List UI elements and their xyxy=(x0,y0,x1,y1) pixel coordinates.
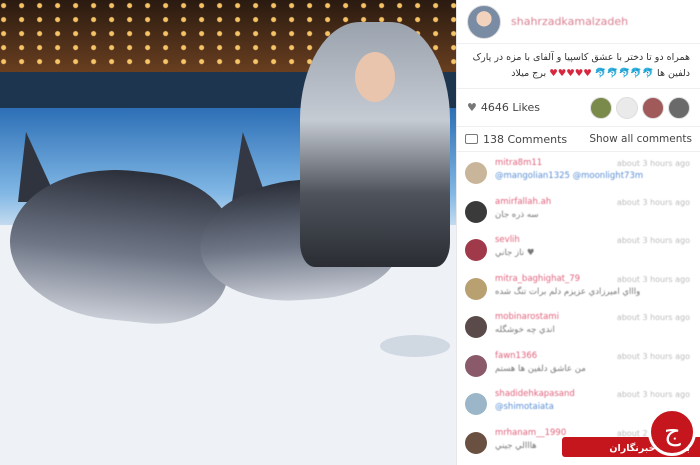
post-photo xyxy=(0,0,456,465)
deck-object xyxy=(380,335,450,357)
post-caption: همراه دو تا دختر با عشق کاسپیا و آلفای ب… xyxy=(457,44,700,88)
comment-avatar[interactable] xyxy=(465,354,487,377)
comment-item: mitra8m11 @mangolian1325 @moonlight73m abo… xyxy=(457,154,700,193)
comment-item: mitra_baghighat_79 واااي اميرزادي عزيزم د… xyxy=(457,270,700,309)
comment-item: amirfallah.ah سه ذره جان about 3 hours ago xyxy=(457,193,700,232)
comment-time: about 3 hours ago xyxy=(616,274,690,284)
comment-text: واااي اميرزادي عزيزم دلم برات تنگ شده xyxy=(495,286,641,297)
comments-bar: 138 Comments Show all comments xyxy=(457,126,700,152)
woman-face xyxy=(355,52,395,102)
comment-avatar[interactable] xyxy=(465,239,487,261)
comment-time: about 3 hours ago xyxy=(616,197,690,207)
likes-row: ♥ 4646 Likes xyxy=(457,88,700,126)
news-agency-watermark: باشگاه خبرنگاران ج xyxy=(562,408,700,465)
post-username[interactable]: shahrzadkamalzadeh xyxy=(511,15,628,28)
comment-text: من عاشق دلفين ها هستم xyxy=(495,363,586,374)
woman-figure xyxy=(300,22,450,267)
dolphin-emojis: 🐬🐬🐬🐬🐬 xyxy=(594,68,655,79)
comment-avatar[interactable] xyxy=(465,431,487,454)
comment-text: اندي چه خوشگله xyxy=(495,325,555,335)
comment-text: ناز جاني ♥ xyxy=(495,248,535,258)
heart-icon[interactable]: ♥ xyxy=(467,101,477,114)
comment-icon xyxy=(465,134,478,144)
comment-avatar[interactable] xyxy=(465,277,487,300)
liker-avatar[interactable] xyxy=(668,96,690,119)
comment-text[interactable]: @mangolian1325 @moonlight73m xyxy=(495,171,692,181)
comment-time: about 3 hours ago xyxy=(616,236,690,245)
liker-avatars xyxy=(590,96,690,119)
post-header: shahrzadkamalzadeh xyxy=(457,0,700,44)
comment-item: fawn1366 من عاشق دلفين ها هستم about 3 hou… xyxy=(457,347,700,386)
comment-avatar[interactable] xyxy=(465,200,487,223)
post-sidebar: shahrzadkamalzadeh همراه دو تا دختر با ع… xyxy=(456,0,700,465)
comment-item: mobinarostami اندي چه خوشگله about 3 hours… xyxy=(457,308,700,347)
heart-emojis: ♥♥♥♥♥ xyxy=(549,68,592,79)
show-all-comments-link[interactable]: Show all comments xyxy=(589,133,692,145)
comment-avatar[interactable] xyxy=(465,393,487,415)
comment-avatar[interactable] xyxy=(465,316,487,338)
comment-time: about 3 hours ago xyxy=(616,351,690,361)
comment-time: about 3 hours ago xyxy=(616,159,690,168)
liker-avatar[interactable] xyxy=(590,96,612,119)
watermark-logo-glyph: ج xyxy=(664,417,681,447)
user-avatar[interactable] xyxy=(467,4,501,39)
liker-avatar[interactable] xyxy=(616,96,638,119)
likes-count[interactable]: 4646 Likes xyxy=(481,101,540,114)
comment-item: sevlih ناز جاني ♥ about 3 hours ago xyxy=(457,231,700,270)
comment-time: about 3 hours ago xyxy=(616,390,690,399)
comment-text: سه ذره جان xyxy=(495,209,539,220)
comment-avatar[interactable] xyxy=(465,162,487,184)
comment-time: about 3 hours ago xyxy=(616,313,690,322)
caption-suffix: برج میلاد xyxy=(511,68,547,79)
watermark-logo: ج xyxy=(648,408,696,456)
comments-count: 138 Comments xyxy=(483,132,568,146)
liker-avatar[interactable] xyxy=(642,96,664,119)
